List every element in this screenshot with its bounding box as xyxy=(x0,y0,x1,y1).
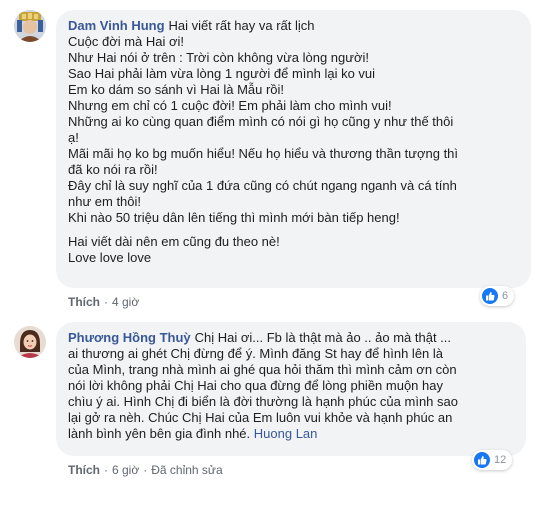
comment-text-line: ạ! xyxy=(68,130,79,145)
comment-text-line: nói lời không phải Chị Hai cho qua đừng … xyxy=(68,378,443,393)
comment-text-line: Love love love xyxy=(68,250,152,265)
comment-text-line: Như Hai nói ở trên : Trời còn không vừa … xyxy=(68,50,369,65)
comment-text-line: của Mình, trang nhà mình ai ghé qua hỏi … xyxy=(68,362,457,377)
comment-actions: Thích · 6 giờ · Đã chỉnh sửa xyxy=(68,462,223,478)
comment-text-line: Em ko dám so sánh vì Hai là Mẫu rồi! xyxy=(68,82,285,97)
thumbs-up-icon xyxy=(482,288,498,304)
comment-text-line: ai thương ai ghét Chị đừng để ý. Mình đă… xyxy=(68,346,444,361)
reaction-count-badge[interactable]: 12 xyxy=(472,450,513,470)
reaction-count: 6 xyxy=(502,290,509,302)
separator-dot: · xyxy=(143,463,148,477)
comment-text-line: Những ai ko cùng quan điểm mình có nói g… xyxy=(68,114,454,129)
comment-text-line: Chị Hai ơi... Fb là thật mà ảo .. ảo mà … xyxy=(194,330,451,345)
thumbs-up-icon xyxy=(474,452,490,468)
comment-bubble: Phương Hồng Thuỳ Chị Hai ơi... Fb là thật… xyxy=(56,322,526,456)
edited-label[interactable]: Đã chỉnh sửa xyxy=(151,463,222,477)
comment-text-line: lại gở ra nèh. Chúc Chị Hai của Em luôn … xyxy=(68,410,453,425)
avatar[interactable] xyxy=(14,10,46,42)
comment-text-line: Nhưng em chỉ có 1 cuộc đời! Em phải làm … xyxy=(68,98,392,113)
tagged-user-link[interactable]: Huong Lan xyxy=(254,426,318,441)
like-link[interactable]: Thích xyxy=(68,295,100,309)
comment-text-line: Sao Hai phải làm vừa lòng 1 người để mìn… xyxy=(68,66,376,81)
reaction-count: 12 xyxy=(494,454,507,466)
comment-time[interactable]: 4 giờ xyxy=(112,295,139,309)
comment-author[interactable]: Phương Hồng Thuỳ xyxy=(68,330,191,345)
comment-text-line: Mãi mãi họ ko bg muốn hiểu! Nếu họ hiểu … xyxy=(68,146,459,161)
separator-dot: · xyxy=(104,295,108,309)
avatar-phuong-hong-thuy-image xyxy=(14,326,46,358)
avatar[interactable] xyxy=(14,326,46,358)
comment-text-line: đã ko nói ra rồi! xyxy=(68,162,158,177)
comment-bubble: Dam Vinh Hung Hai viết rất hay va rất lịc… xyxy=(56,10,531,288)
comment-text-line: Cuộc đời mà Hai ơi! xyxy=(68,34,185,49)
comment-time[interactable]: 6 giờ xyxy=(112,463,139,477)
comment-text-line: như em thôi! xyxy=(68,194,142,209)
reaction-count-badge[interactable]: 6 xyxy=(480,286,515,306)
avatar-dam-vinh-hung-image xyxy=(14,10,46,42)
comment-text-line: chìu ý ai. Hình Chị đi biển là đời thườn… xyxy=(68,394,458,409)
comment-author[interactable]: Dam Vinh Hung xyxy=(68,18,165,33)
comment-text-line: Khi nào 50 triệu dân lên tiếng thì mình … xyxy=(68,210,400,225)
comment-text-line: lành bình yên bên gia đình nhé. xyxy=(68,426,251,441)
comment-actions: Thích · 4 giờ xyxy=(68,294,139,310)
comment-text-line: Hai viết rất hay va rất lịch xyxy=(168,18,315,33)
comment-text-line: Đây chỉ là suy nghĩ của 1 đứa cũng có ch… xyxy=(68,178,457,193)
comment-text-line: Hai viết dài nên em cũng đu theo nè! xyxy=(68,234,280,249)
like-link[interactable]: Thích xyxy=(68,463,100,477)
separator-dot: · xyxy=(104,463,108,477)
